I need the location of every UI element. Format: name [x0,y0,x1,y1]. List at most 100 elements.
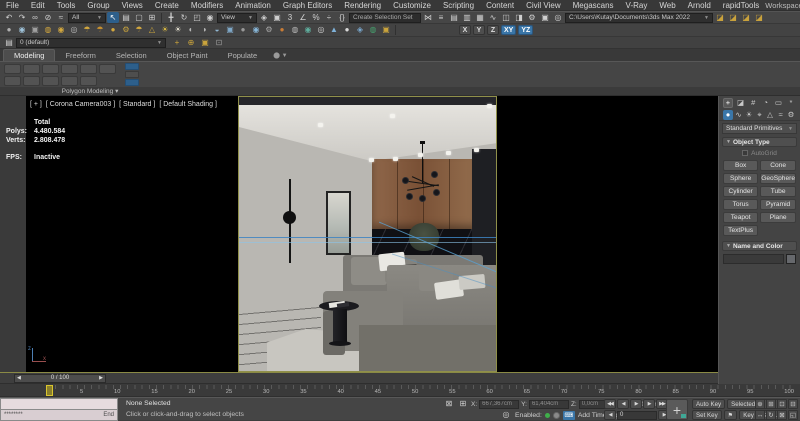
plugin-toolbar-icon[interactable]: ◑ [198,25,210,36]
viewport-camera-label[interactable]: [ Corona Camera003 ] [46,101,115,108]
plugin-toolbar-icon[interactable]: ◉ [55,25,67,36]
percent-snap-toggle-icon[interactable]: % [310,12,322,23]
project-path-dropdown[interactable]: C:\Users\Kutay\Documents\3ds Max 2022▼ [565,13,713,23]
primitive-button-pyramid[interactable]: Pyramid [760,199,796,210]
toggle-ribbon-icon[interactable]: ▦ [474,12,486,23]
primitive-button-geosphere[interactable]: GeoSphere [760,173,796,184]
ribbon-tab[interactable]: Freeform [55,50,105,61]
viewport-standard-label[interactable]: [ Standard ] [119,101,155,108]
edge-mode-button[interactable] [23,64,40,74]
menu-item-file[interactable]: File [0,1,25,10]
preview-subobject-button[interactable] [4,76,21,86]
material-editor-icon[interactable]: ◨ [513,12,525,23]
add-selection-to-current-layer-icon[interactable]: ⊕ [185,37,197,48]
curve-editor-icon[interactable]: ∿ [487,12,499,23]
name-and-color-rollout[interactable]: ▼ Name and Color [722,241,797,251]
autogrid-checkbox[interactable] [742,150,748,156]
select-and-rotate-icon[interactable]: ↻ [178,12,190,23]
toggle-scene-explorer-icon[interactable]: ▤ [448,12,460,23]
plugin-toolbar-icon[interactable]: ◍ [42,25,54,36]
current-frame-field[interactable]: 0 [617,411,657,420]
plugin-toolbar-icon[interactable]: ☂ [81,25,93,36]
plugin-toolbar-icon[interactable]: ☂ [133,25,145,36]
track-bar[interactable]: 0510152025303540455055606570758085909510… [0,384,800,397]
plugin-toolbar-icon[interactable]: ☀ [159,25,171,36]
ribbon-side-button-2[interactable] [125,71,139,78]
primitive-button-cone[interactable]: Cone [760,160,796,171]
menu-item-content[interactable]: Content [480,1,520,10]
zoom-extents-icon[interactable]: ⊡ [777,399,787,409]
select-object-icon[interactable]: ↖ [107,12,119,23]
menu-item-edit[interactable]: Edit [25,1,51,10]
zoom-region-icon[interactable]: ⊠ [777,410,787,420]
menu-item-create[interactable]: Create [149,1,185,10]
menu-item-web[interactable]: Web [653,1,681,10]
window-crossing-icon[interactable]: ⊞ [146,12,158,23]
align-icon[interactable]: ≡ [435,12,447,23]
menu-item-graph-editors[interactable]: Graph Editors [277,1,338,10]
reference-coordinate-dropdown[interactable]: View▼ [217,13,257,23]
maximize-viewport-toggle-icon[interactable]: ◱ [788,410,798,420]
rendered-frame-window-icon[interactable]: ▣ [539,12,551,23]
ribbon-side-button-1[interactable] [125,63,139,70]
ribbon-tab[interactable]: Populate [218,50,268,61]
primitive-button-box[interactable]: Box [723,160,758,171]
key-filter-icon[interactable]: ⚑ [724,410,738,420]
edit-named-selection-sets-icon[interactable]: {} [336,12,348,23]
project-folder-icon[interactable]: ◪ [753,12,765,23]
primitive-button-textplus[interactable]: TextPlus [723,225,758,236]
next-frame-button[interactable]: ▶ [643,399,655,409]
polygon-mode-button[interactable] [61,64,78,74]
create-new-layer-icon[interactable]: + [171,37,183,48]
space-warps-category[interactable]: ≈ [776,110,786,120]
redo-icon[interactable]: ↷ [16,12,28,23]
helpers-category[interactable]: △ [765,110,775,120]
menu-item-megascans[interactable]: Megascans [567,1,620,10]
project-folder-icon[interactable]: ◪ [727,12,739,23]
gray-toggle-icon[interactable] [553,412,560,419]
select-and-link-icon[interactable]: ∞ [29,12,41,23]
spinner-snap-toggle-icon[interactable]: ÷ [323,12,335,23]
object-name-field[interactable] [723,254,784,264]
plugin-toolbar-icon[interactable]: ◐ [185,25,197,36]
plugin-toolbar-icon[interactable]: ◍ [289,25,301,36]
use-pivot-point-center-icon[interactable]: ◈ [258,12,270,23]
primitive-button-tube[interactable]: Tube [760,186,796,197]
element-mode-button[interactable] [80,64,97,74]
snaps-toggle-icon[interactable]: 3 [284,12,296,23]
primitive-button-cylinder[interactable]: Cylinder [723,186,758,197]
plugin-toolbar-icon[interactable]: ⚙ [263,25,275,36]
plugin-toolbar-icon[interactable]: ◉ [250,25,262,36]
select-and-manipulate-icon[interactable]: ▣ [271,12,283,23]
render-production-icon[interactable]: ◎ [552,12,564,23]
slice-button[interactable] [80,76,97,86]
menu-item-animation[interactable]: Animation [229,1,277,10]
orbit-icon[interactable]: ↻ [766,410,776,420]
set-key-button[interactable]: Set Key [692,410,722,420]
plugin-toolbar-icon[interactable]: ⚙ [120,25,132,36]
collapse-button[interactable] [23,76,40,86]
go-to-start-button[interactable]: ◀◀ [604,399,616,409]
selection-filter-dropdown[interactable]: All▼ [68,13,106,23]
plugin-toolbar-icon[interactable]: ● [237,25,249,36]
polygon-modeling-caption[interactable]: Polygon Modeling ▾ [10,87,170,95]
previous-key-button[interactable]: ◀ [604,410,616,420]
set-keys-button[interactable]: + [666,399,688,420]
keyboard-icon[interactable]: ⌨ [563,411,575,420]
current-layer-dropdown[interactable]: 0 (default)▼ [16,38,166,48]
x-coordinate-field[interactable]: 667,367cm [479,400,519,409]
primitive-button-plane[interactable]: Plane [760,212,796,223]
select-and-uniform-scale-icon[interactable]: ◰ [191,12,203,23]
render-setup-icon[interactable]: ⚙ [526,12,538,23]
project-folder-icon[interactable]: ◪ [714,12,726,23]
camera-view[interactable] [238,96,497,372]
auto-key-button[interactable]: Auto Key [692,399,725,409]
ribbon-tab[interactable]: Selection [106,50,157,61]
menu-item-v-ray[interactable]: V-Ray [620,1,654,10]
primitive-button-teapot[interactable]: Teapot [723,212,758,223]
time-slider[interactable]: ◀ 0 / 100 ▶ [0,373,718,384]
absolute-mode-icon[interactable]: ⊞ [457,399,469,410]
plugin-toolbar-icon[interactable]: ◎ [68,25,80,36]
plugin-toolbar-icon[interactable]: ● [3,25,15,36]
previous-frame-button[interactable]: ◀ [617,399,629,409]
